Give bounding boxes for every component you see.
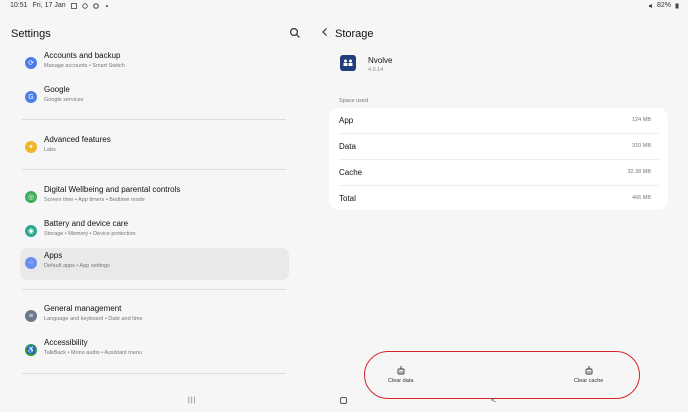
storage-row-total: Total 466 MB	[329, 186, 668, 211]
app-logo	[340, 55, 356, 71]
star-gear-icon: ✦	[25, 141, 37, 153]
storage-card: App 124 MB Data 310 MB Cache 32.38 MB To…	[329, 108, 668, 210]
settings-pane: Settings ⟳ Accounts and backup Manage ac…	[0, 12, 312, 412]
apps-icon: ⁘	[25, 257, 37, 269]
menu-item-subtitle: Storage • Memory • Device protection	[44, 231, 136, 237]
storage-row-value: 124 MB	[632, 117, 651, 123]
status-time: 10:51	[10, 2, 28, 9]
menu-item-title: Digital Wellbeing and parental controls	[44, 185, 181, 194]
status-bar: 10:51 Fri, 17 Jan 82%	[0, 0, 688, 12]
menu-item-subtitle: TalkBack • Mono audio • Assistant menu	[44, 350, 143, 356]
divider	[22, 119, 286, 120]
accessibility-icon: ♿	[25, 344, 37, 356]
app-name: Nvolve	[368, 56, 393, 65]
storage-row-cache: Cache 32.38 MB	[329, 160, 668, 185]
menu-item-general-management[interactable]: ≡ General management Language and keyboa…	[20, 301, 289, 333]
gallery-notification-icon	[70, 2, 77, 9]
menu-item-subtitle: Labs	[44, 147, 56, 153]
status-date: Fri, 17 Jan	[32, 2, 66, 9]
google-icon: G	[25, 91, 37, 103]
storage-row-data: Data 310 MB	[329, 134, 668, 159]
menu-item-title: Apps	[44, 251, 63, 260]
battery-care-icon: ◉	[25, 225, 37, 237]
settings-title: Settings	[11, 28, 51, 40]
menu-item-title: Google	[44, 85, 70, 94]
storage-row-label: Total	[339, 194, 356, 203]
storage-row-value: 310 MB	[632, 143, 651, 149]
storage-row-app: App 124 MB	[329, 108, 668, 133]
people-icon	[343, 59, 353, 66]
menu-item-title: General management	[44, 304, 122, 313]
search-icon[interactable]	[289, 27, 301, 39]
divider	[22, 373, 286, 374]
menu-item-digital-wellbeing[interactable]: ◎ Digital Wellbeing and parental control…	[20, 182, 289, 214]
settings-notification-icon	[81, 2, 88, 9]
menu-item-title: Advanced features	[44, 135, 111, 144]
home-button[interactable]	[340, 397, 347, 404]
highlight-annotation	[364, 351, 640, 399]
menu-item-subtitle: Manage accounts • Smart Switch	[44, 63, 125, 69]
menu-item-title: Accounts and backup	[44, 51, 121, 60]
divider	[22, 289, 286, 290]
menu-item-apps[interactable]: ⁘ Apps Default apps • App settings	[20, 248, 289, 280]
app-version: 4.0.14	[368, 67, 384, 73]
menu-item-accounts[interactable]: ⟳ Accounts and backup Manage accounts • …	[20, 48, 289, 80]
menu-item-accessibility[interactable]: ♿ Accessibility TalkBack • Mono audio • …	[20, 335, 289, 367]
battery-icon	[675, 3, 679, 8]
menu-item-battery-care[interactable]: ◉ Battery and device care Storage • Memo…	[20, 216, 289, 248]
divider	[22, 169, 286, 170]
back-arrow-icon[interactable]	[320, 27, 330, 37]
sync-icon: ⟳	[25, 57, 37, 69]
menu-item-subtitle: Default apps • App settings	[44, 263, 110, 269]
menu-item-subtitle: Language and keyboard • Date and time	[44, 316, 143, 322]
menu-item-subtitle: Screen time • App timers • Bedtime mode	[44, 197, 145, 203]
space-used-label: Space used	[339, 98, 369, 104]
storage-row-value: 466 MB	[632, 195, 651, 201]
menu-item-google[interactable]: G Google Google services	[20, 82, 289, 114]
battery-percent: 82%	[656, 2, 671, 9]
wellbeing-icon: ◎	[25, 191, 37, 203]
menu-item-advanced-features[interactable]: ✦ Advanced features Labs	[20, 132, 289, 164]
back-nav-button[interactable]: <	[491, 395, 496, 405]
sliders-icon: ≡	[25, 310, 37, 322]
mute-icon	[648, 3, 652, 8]
recents-button[interactable]: |||	[188, 397, 196, 404]
menu-item-subtitle: Google services	[44, 97, 84, 103]
storage-title: Storage	[335, 28, 374, 40]
dot-icon	[105, 4, 108, 7]
storage-row-label: Cache	[339, 168, 363, 177]
storage-row-label: Data	[339, 142, 356, 151]
storage-row-value: 32.38 MB	[627, 169, 651, 175]
menu-item-title: Accessibility	[44, 338, 88, 347]
google-notification-icon	[92, 2, 99, 9]
storage-row-label: App	[339, 116, 354, 125]
menu-item-title: Battery and device care	[44, 219, 129, 228]
